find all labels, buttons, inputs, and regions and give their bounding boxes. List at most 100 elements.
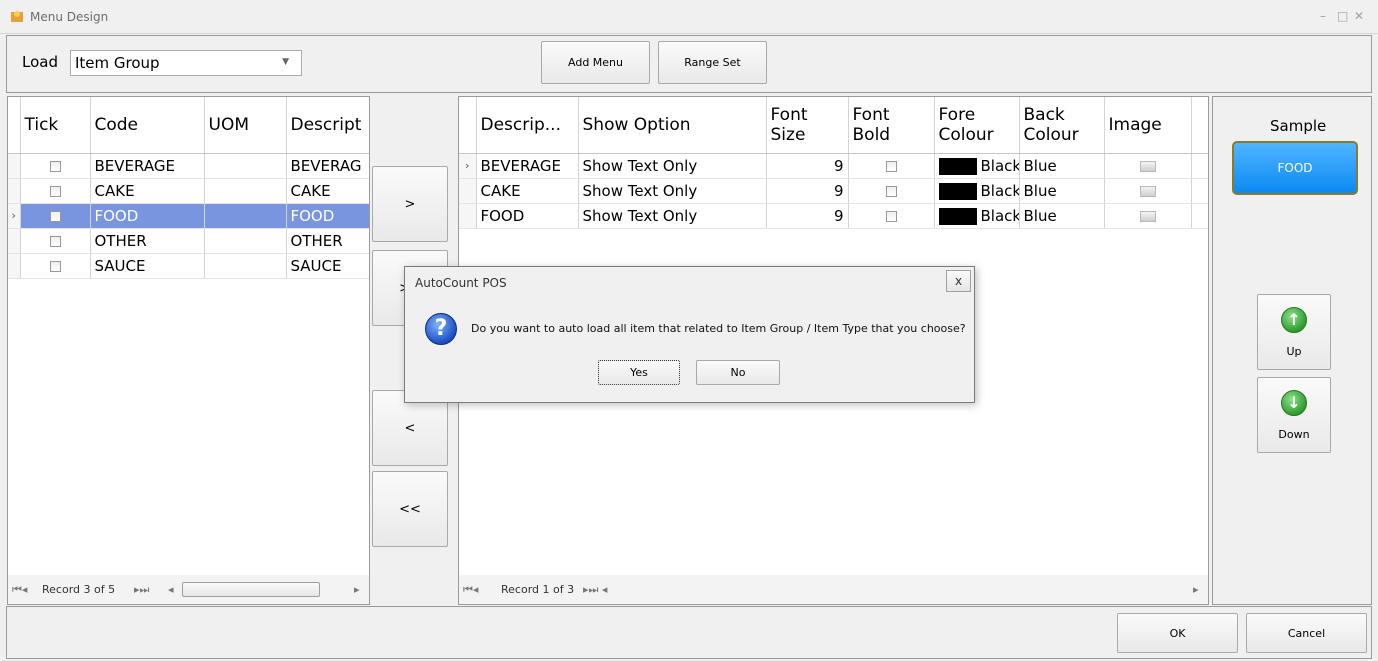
cell-description: FOOD (286, 203, 369, 229)
cell-description: CAKE (286, 178, 369, 204)
image-icon[interactable] (1139, 160, 1156, 172)
no-button[interactable]: No (696, 360, 780, 385)
col-show-option[interactable]: Show Option (578, 97, 767, 154)
title-bar: Menu Design – □ ✕ (0, 0, 1378, 34)
cell-fore-colour[interactable]: Black (934, 153, 1020, 179)
cell-code: FOOD (90, 203, 205, 229)
item-group-grid: Tick Code UOM Descript BEVERAGE BEVERAG … (7, 96, 370, 605)
col-description[interactable]: Descrip... (476, 97, 579, 154)
maximize-button[interactable]: □ (1337, 9, 1348, 23)
scroll-right-icon[interactable]: ▸ (354, 583, 360, 596)
load-label: Load (22, 53, 58, 71)
add-selected-button[interactable]: > (372, 166, 448, 242)
font-bold-checkbox[interactable] (885, 160, 897, 172)
col-image[interactable]: Image (1104, 97, 1192, 154)
cell-show-option[interactable]: Show Text Only (578, 153, 767, 179)
sample-preview-button[interactable]: FOOD (1232, 141, 1358, 195)
cell-uom (204, 203, 287, 229)
cell-code: OTHER (90, 228, 205, 254)
cell-code: SAUCE (90, 253, 205, 279)
table-row[interactable]: CAKE CAKE (8, 178, 369, 204)
cell-code: BEVERAGE (90, 153, 205, 179)
cell-description: OTHER (286, 228, 369, 254)
move-down-button[interactable]: ↓ Down (1257, 377, 1331, 453)
last-record-icon[interactable]: ▸⏭ (134, 583, 149, 597)
horizontal-scrollbar[interactable] (182, 582, 320, 597)
cell-uom (204, 253, 287, 279)
last-record-icon[interactable]: ▸⏭ ◂ (583, 583, 607, 597)
col-uom[interactable]: UOM (204, 97, 287, 154)
table-row[interactable]: FOOD Show Text Only 9 Black Blue (459, 203, 1208, 229)
row-indicator-icon: › (8, 203, 21, 229)
font-bold-checkbox[interactable] (885, 185, 897, 197)
cell-back-colour[interactable]: Blue (1019, 153, 1105, 179)
table-row[interactable]: BEVERAGE BEVERAG (8, 153, 369, 179)
dialog-title: AutoCount POS (415, 276, 507, 290)
cell-back-colour[interactable]: Blue (1019, 203, 1105, 229)
record-navigator: ⏮◂ Record 3 of 5 ▸⏭ ◂ ▸ (8, 575, 369, 604)
tick-checkbox[interactable] (49, 210, 61, 222)
cell-font-size[interactable]: 9 (766, 203, 849, 229)
cell-description: FOOD (476, 203, 579, 229)
table-row-selected[interactable]: › BEVERAGE Show Text Only 9 Black Blue (459, 153, 1208, 179)
col-font-bold[interactable]: Font Bold (848, 97, 935, 154)
cancel-button[interactable]: Cancel (1246, 613, 1367, 653)
move-up-label: Up (1286, 344, 1302, 358)
image-icon[interactable] (1139, 210, 1156, 222)
color-swatch (938, 157, 977, 175)
ok-button[interactable]: OK (1117, 613, 1238, 653)
cell-uom (204, 153, 287, 179)
arrow-up-icon: ↑ (1281, 306, 1307, 333)
tick-checkbox[interactable] (49, 235, 61, 247)
load-dropdown[interactable]: Item Group ▼ (70, 50, 302, 76)
chevron-down-icon: ▼ (282, 57, 289, 67)
first-record-icon[interactable]: ⏮◂ (463, 583, 478, 597)
cell-description: BEVERAGE (476, 153, 579, 179)
tick-checkbox[interactable] (49, 160, 61, 172)
col-back-colour[interactable]: Back Colour (1019, 97, 1105, 154)
col-fore-colour[interactable]: Fore Colour (934, 97, 1020, 154)
cell-description: SAUCE (286, 253, 369, 279)
tick-checkbox[interactable] (49, 185, 61, 197)
first-record-icon[interactable]: ⏮◂ (12, 583, 27, 597)
dialog-close-button[interactable]: x (946, 270, 971, 292)
cell-fore-colour[interactable]: Black (934, 203, 1020, 229)
cell-font-size[interactable]: 9 (766, 178, 849, 204)
font-bold-checkbox[interactable] (885, 210, 897, 222)
col-tick[interactable]: Tick (20, 97, 91, 154)
move-up-button[interactable]: ↑ Up (1257, 294, 1331, 370)
remove-all-button[interactable]: << (372, 471, 448, 547)
confirm-dialog: AutoCount POS x ? Do you want to auto lo… (404, 266, 975, 403)
table-row-selected[interactable]: › FOOD FOOD (8, 203, 369, 229)
cell-description: BEVERAG (286, 153, 369, 179)
scroll-left-icon[interactable]: ◂ (168, 583, 174, 596)
record-counter: Record 3 of 5 (42, 583, 116, 596)
col-code[interactable]: Code (90, 97, 205, 154)
color-swatch (938, 207, 977, 225)
cell-fore-colour[interactable]: Black (934, 178, 1020, 204)
record-counter: Record 1 of 3 (501, 583, 575, 596)
minimize-button[interactable]: – (1320, 9, 1326, 23)
cell-back-colour[interactable]: Blue (1019, 178, 1105, 204)
add-menu-button[interactable]: Add Menu (541, 41, 650, 84)
table-row[interactable]: SAUCE SAUCE (8, 253, 369, 279)
cell-font-size[interactable]: 9 (766, 153, 849, 179)
table-row[interactable]: OTHER OTHER (8, 228, 369, 254)
col-description[interactable]: Descript (286, 97, 369, 154)
cell-show-option[interactable]: Show Text Only (578, 203, 767, 229)
yes-button[interactable]: Yes (598, 360, 680, 385)
scroll-right-icon[interactable]: ▸ (1193, 583, 1199, 596)
close-window-button[interactable]: ✕ (1354, 9, 1364, 23)
col-font-size[interactable]: Font Size (766, 97, 849, 154)
range-set-button[interactable]: Range Set (658, 41, 767, 84)
row-indicator-icon: › (459, 153, 477, 179)
image-icon[interactable] (1139, 185, 1156, 197)
cell-uom (204, 228, 287, 254)
table-row[interactable]: CAKE Show Text Only 9 Black Blue (459, 178, 1208, 204)
move-down-label: Down (1278, 427, 1310, 441)
record-navigator: ⏮◂ Record 1 of 3 ▸⏭ ◂ ▸ (459, 575, 1208, 604)
tick-checkbox[interactable] (49, 260, 61, 272)
app-icon (10, 9, 24, 23)
cell-show-option[interactable]: Show Text Only (578, 178, 767, 204)
question-icon: ? (425, 313, 457, 345)
